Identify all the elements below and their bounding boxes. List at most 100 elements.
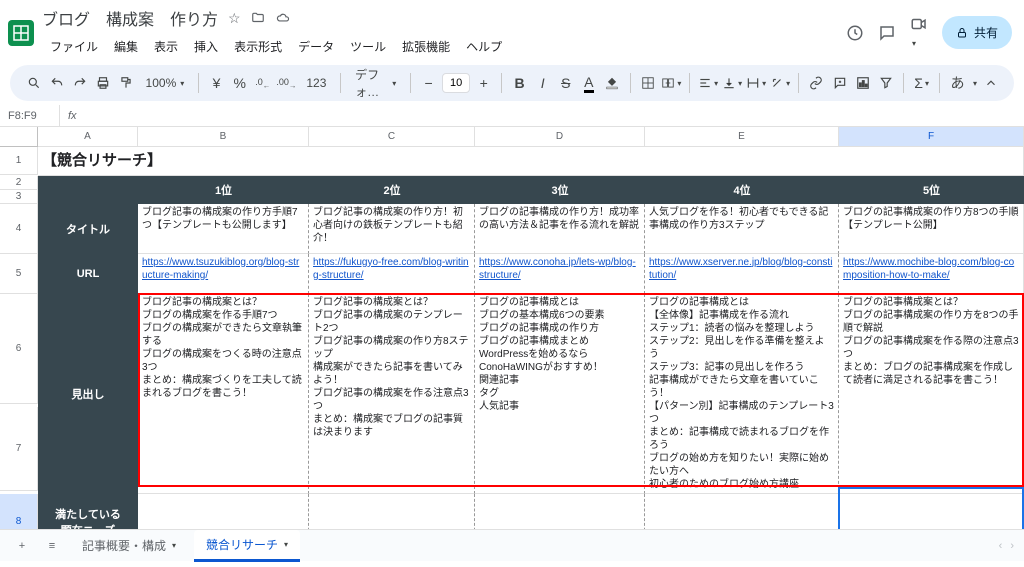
cell-heading-3[interactable]: ブログの記事構成とは ブログの基本構成6つの要素 ブログの記事構成の作り方 ブロ…: [475, 294, 645, 494]
side-label-url[interactable]: URL: [38, 254, 138, 294]
functions-button[interactable]: Σ▾: [912, 70, 931, 96]
search-menu-icon[interactable]: [24, 70, 43, 96]
fx-icon: fx: [60, 110, 85, 122]
sheet-nav-right-icon[interactable]: ›: [1010, 540, 1014, 552]
fill-color-button[interactable]: [602, 70, 621, 96]
rank-header-5[interactable]: 5位: [839, 176, 1024, 204]
history-icon[interactable]: [846, 24, 864, 42]
borders-button[interactable]: [638, 70, 657, 96]
text-wrap-button[interactable]: ▾: [746, 70, 766, 96]
insert-link-button[interactable]: [807, 70, 826, 96]
cell-heading-4[interactable]: ブログの記事構成とは 【全体像】記事構成を作る流れ ステップ1：読者の悩みを整理…: [645, 294, 839, 494]
cell-a2[interactable]: [38, 176, 138, 204]
select-all-corner[interactable]: [0, 127, 38, 147]
menu-file[interactable]: ファイル: [42, 34, 106, 59]
insert-comment-button[interactable]: [830, 70, 849, 96]
meet-icon[interactable]: ▾: [910, 15, 928, 51]
vertical-align-button[interactable]: ▾: [722, 70, 742, 96]
cell-title-1[interactable]: ブログ記事の構成案の作り方手順7つ【テンプレートも公開します】: [138, 204, 309, 254]
menu-insert[interactable]: 挿入: [186, 34, 226, 59]
row-header-5[interactable]: 5: [0, 254, 38, 294]
menu-view[interactable]: 表示: [146, 34, 186, 59]
font-select[interactable]: デフォ…▾: [349, 66, 402, 100]
move-folder-icon[interactable]: [251, 11, 265, 25]
number-format-button[interactable]: 123: [300, 76, 332, 90]
cloud-status-icon[interactable]: [275, 11, 291, 25]
col-header-d[interactable]: D: [475, 127, 645, 147]
zoom-select[interactable]: 100%▾: [140, 76, 191, 90]
add-sheet-button[interactable]: +: [10, 534, 34, 558]
print-icon[interactable]: [93, 70, 112, 96]
side-label-heading[interactable]: 見出し: [38, 294, 138, 494]
row-header-4[interactable]: 4: [0, 204, 38, 254]
share-button[interactable]: 共有: [942, 16, 1012, 49]
row-header-6[interactable]: 6: [0, 294, 38, 404]
name-box[interactable]: F8:F9: [0, 105, 60, 126]
star-icon[interactable]: ☆: [228, 10, 241, 27]
rank-header-2[interactable]: 2位: [309, 176, 475, 204]
rank-header-1[interactable]: 1位: [138, 176, 309, 204]
font-size-input[interactable]: [442, 73, 470, 93]
redo-icon[interactable]: [70, 70, 89, 96]
menu-tools[interactable]: ツール: [342, 34, 394, 59]
comment-icon[interactable]: [878, 24, 896, 42]
cell-title-4[interactable]: 人気ブログを作る！初心者でもできる記事構成の作り方3ステップ: [645, 204, 839, 254]
font-size-decrease[interactable]: −: [419, 70, 438, 96]
menu-extensions[interactable]: 拡張機能: [394, 34, 458, 59]
cell-title-3[interactable]: ブログの記事構成の作り方！成功率の高い方法＆記事を作る流れを解説: [475, 204, 645, 254]
row-header-7[interactable]: 7: [0, 407, 38, 491]
row-header-1[interactable]: 1: [0, 147, 38, 175]
bold-button[interactable]: B: [510, 70, 529, 96]
rank-header-3[interactable]: 3位: [475, 176, 645, 204]
row-header-3[interactable]: 3: [0, 190, 38, 204]
strikethrough-button[interactable]: S: [556, 70, 575, 96]
undo-icon[interactable]: [47, 70, 66, 96]
cell-url-5[interactable]: https://www.mochibe-blog.com/blog-compos…: [843, 257, 1014, 281]
col-header-c[interactable]: C: [309, 127, 475, 147]
text-rotation-button[interactable]: ▾: [770, 70, 790, 96]
share-label: 共有: [974, 24, 998, 41]
sheet-tab-1[interactable]: 記事概要・構成 ▾: [70, 531, 188, 560]
document-title[interactable]: ブログ 構成案 作り方: [42, 6, 218, 30]
col-header-a[interactable]: A: [38, 127, 138, 147]
cell-title-2[interactable]: ブログ記事の構成案の作り方！初心者向けの鉄板テンプレートも紹介！: [309, 204, 475, 254]
cell-url-1[interactable]: https://www.tsuzukiblog.org/blog-structu…: [142, 257, 299, 281]
menu-edit[interactable]: 編集: [106, 34, 146, 59]
merge-cells-button[interactable]: ▾: [661, 70, 681, 96]
col-header-e[interactable]: E: [645, 127, 839, 147]
cell-section-title[interactable]: 【競合リサーチ】: [38, 147, 1024, 176]
cell-heading-1[interactable]: ブログ記事の構成案とは？ ブログの構成案を作る手順7つ ブログの構成案ができたら…: [138, 294, 309, 494]
percent-button[interactable]: %: [230, 70, 249, 96]
collapse-toolbar-icon[interactable]: [981, 70, 1000, 96]
sheet-tab-2[interactable]: 競合リサーチ ▾: [194, 530, 300, 562]
cell-url-4[interactable]: https://www.xserver.ne.jp/blog/blog-cons…: [649, 257, 832, 281]
cell-heading-5[interactable]: ブログの記事構成案とは？ ブログの記事構成案の作り方を8つの手順で解説 ブログの…: [839, 294, 1024, 494]
filter-button[interactable]: [876, 70, 895, 96]
italic-button[interactable]: I: [533, 70, 552, 96]
cell-title-5[interactable]: ブログの記事構成案の作り方8つの手順【テンプレート公開】: [839, 204, 1024, 254]
decrease-decimal-button[interactable]: .0←: [253, 70, 272, 96]
menu-bar: ファイル 編集 表示 挿入 表示形式 データ ツール 拡張機能 ヘルプ: [42, 34, 838, 59]
menu-help[interactable]: ヘルプ: [458, 34, 510, 59]
col-header-b[interactable]: B: [138, 127, 309, 147]
col-header-f[interactable]: F: [839, 127, 1024, 147]
cell-url-2[interactable]: https://fukugyo-free.com/blog-writing-st…: [313, 257, 469, 281]
cell-heading-2[interactable]: ブログ記事の構成案とは？ ブログ記事の構成案のテンプレート2つ ブログ記事の構成…: [309, 294, 475, 494]
row-header-2[interactable]: 2: [0, 176, 38, 190]
menu-format[interactable]: 表示形式: [226, 34, 290, 59]
font-size-increase[interactable]: +: [474, 70, 493, 96]
sheets-logo[interactable]: [8, 20, 34, 46]
cell-url-3[interactable]: https://www.conoha.jp/lets-wp/blog-struc…: [479, 257, 636, 281]
horizontal-align-button[interactable]: ▾: [698, 70, 718, 96]
sheet-nav-left-icon[interactable]: ‹: [999, 540, 1003, 552]
currency-button[interactable]: ¥: [207, 70, 226, 96]
menu-data[interactable]: データ: [290, 34, 342, 59]
increase-decimal-button[interactable]: .00→: [276, 70, 296, 96]
ime-button[interactable]: あ: [948, 70, 967, 96]
insert-chart-button[interactable]: [853, 70, 872, 96]
rank-header-4[interactable]: 4位: [645, 176, 839, 204]
all-sheets-button[interactable]: ≡: [40, 534, 64, 558]
side-label-title[interactable]: タイトル: [38, 204, 138, 254]
text-color-button[interactable]: A: [579, 70, 598, 96]
paint-format-icon[interactable]: [116, 70, 135, 96]
